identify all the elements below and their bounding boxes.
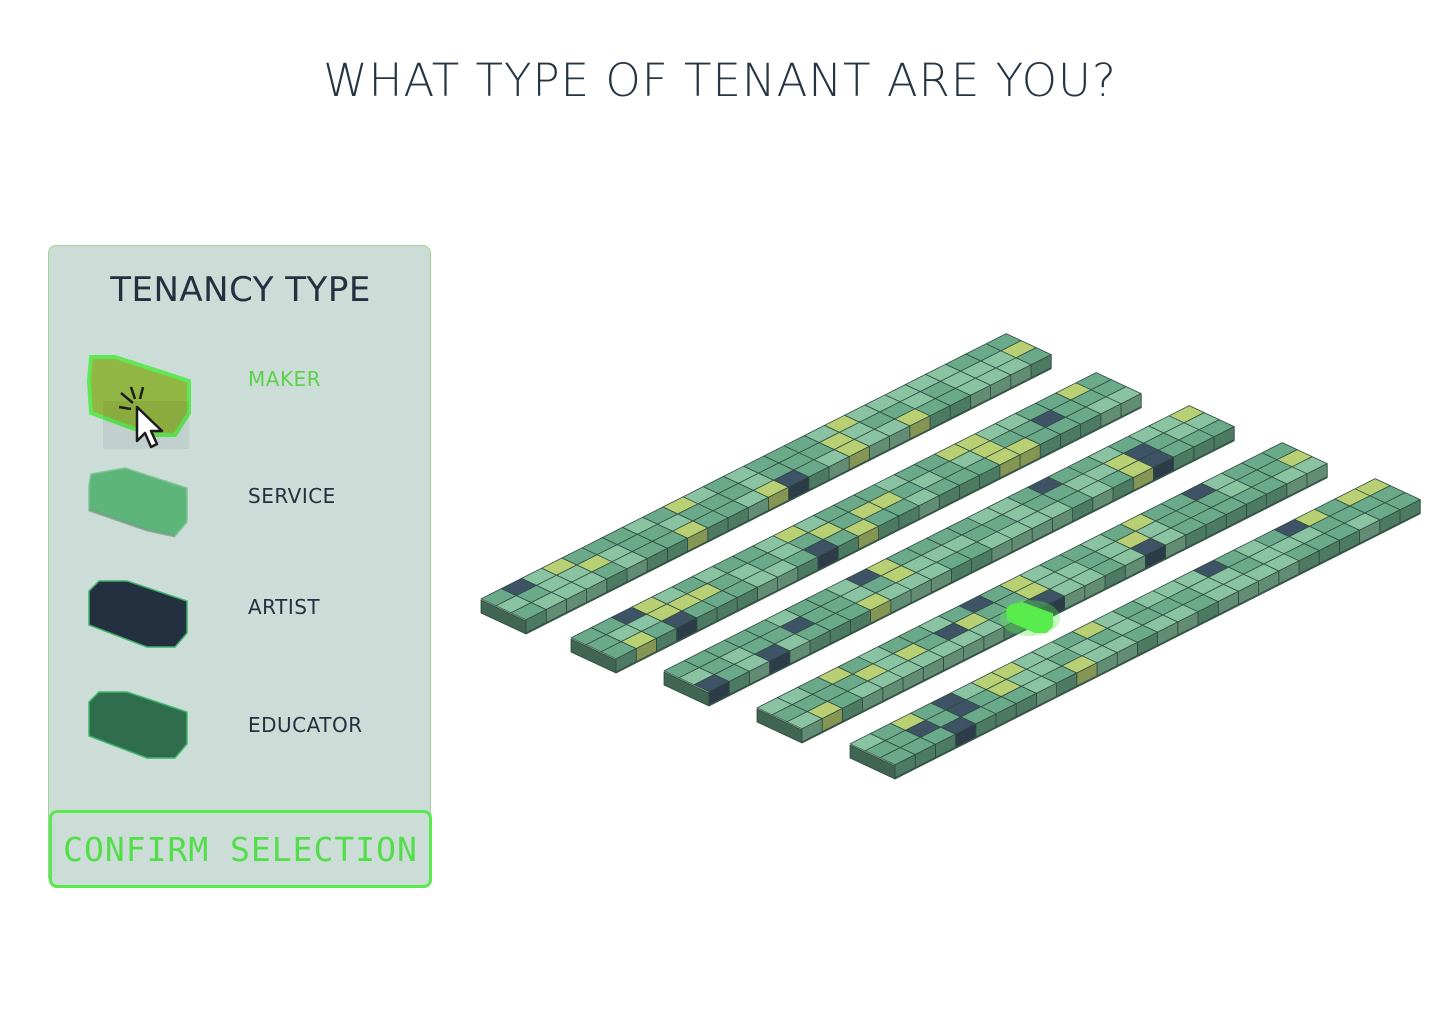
artist-hex-icon bbox=[88, 580, 188, 648]
service-hex-icon bbox=[88, 467, 188, 538]
strip-front-face bbox=[525, 355, 1052, 635]
pointer-cursor-icon bbox=[118, 386, 164, 449]
page-title: WHAT TYPE OF TENANT ARE YOU? bbox=[323, 54, 1117, 107]
option-label-educator: EDUCATOR bbox=[248, 713, 363, 737]
option-label-maker: MAKER bbox=[248, 367, 322, 391]
option-label-service: SERVICE bbox=[248, 484, 336, 508]
panel-title: TENANCY TYPE bbox=[110, 270, 371, 310]
tenancy-type-panel: TENANCY TYPE MAKER SERVICE ARTIST EDUCAT… bbox=[48, 245, 431, 885]
option-maker[interactable]: MAKER bbox=[79, 351, 409, 451]
educator-hex-icon bbox=[88, 691, 188, 759]
option-artist[interactable]: ARTIST bbox=[79, 577, 409, 677]
confirm-selection-button[interactable]: CONFIRM SELECTION bbox=[49, 810, 432, 888]
option-label-artist: ARTIST bbox=[248, 595, 321, 619]
unit-strip bbox=[480, 333, 1052, 635]
option-service[interactable]: SERVICE bbox=[79, 466, 409, 566]
option-educator[interactable]: EDUCATOR bbox=[79, 688, 409, 788]
